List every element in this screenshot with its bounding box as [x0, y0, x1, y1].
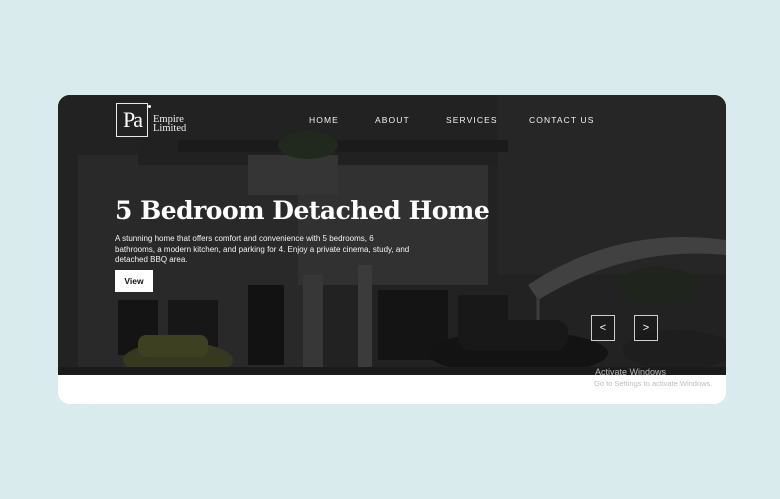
hero-title: 5 Bedroom Detached Home — [115, 196, 490, 225]
prev-slide-button[interactable]: < — [591, 315, 615, 341]
main-nav: HOME ABOUT SERVICES CONTACT US — [58, 115, 726, 129]
logo-dot — [148, 105, 151, 108]
hero-banner: Pa Empire Limited HOME ABOUT SERVICES CO… — [58, 95, 726, 375]
activate-windows-title: Activate Windows — [595, 367, 667, 377]
hero-description: A stunning home that offers comfort and … — [115, 234, 410, 264]
view-button[interactable]: View — [115, 270, 153, 292]
activate-windows-subtitle: Go to Settings to activate Windows. — [594, 379, 713, 388]
nav-link-about[interactable]: ABOUT — [375, 115, 410, 125]
nav-link-contact-us[interactable]: CONTACT US — [529, 115, 594, 125]
nav-link-services[interactable]: SERVICES — [446, 115, 498, 125]
nav-link-home[interactable]: HOME — [309, 115, 339, 125]
website-frame: Pa Empire Limited HOME ABOUT SERVICES CO… — [58, 95, 726, 404]
next-slide-button[interactable]: > — [634, 315, 658, 341]
